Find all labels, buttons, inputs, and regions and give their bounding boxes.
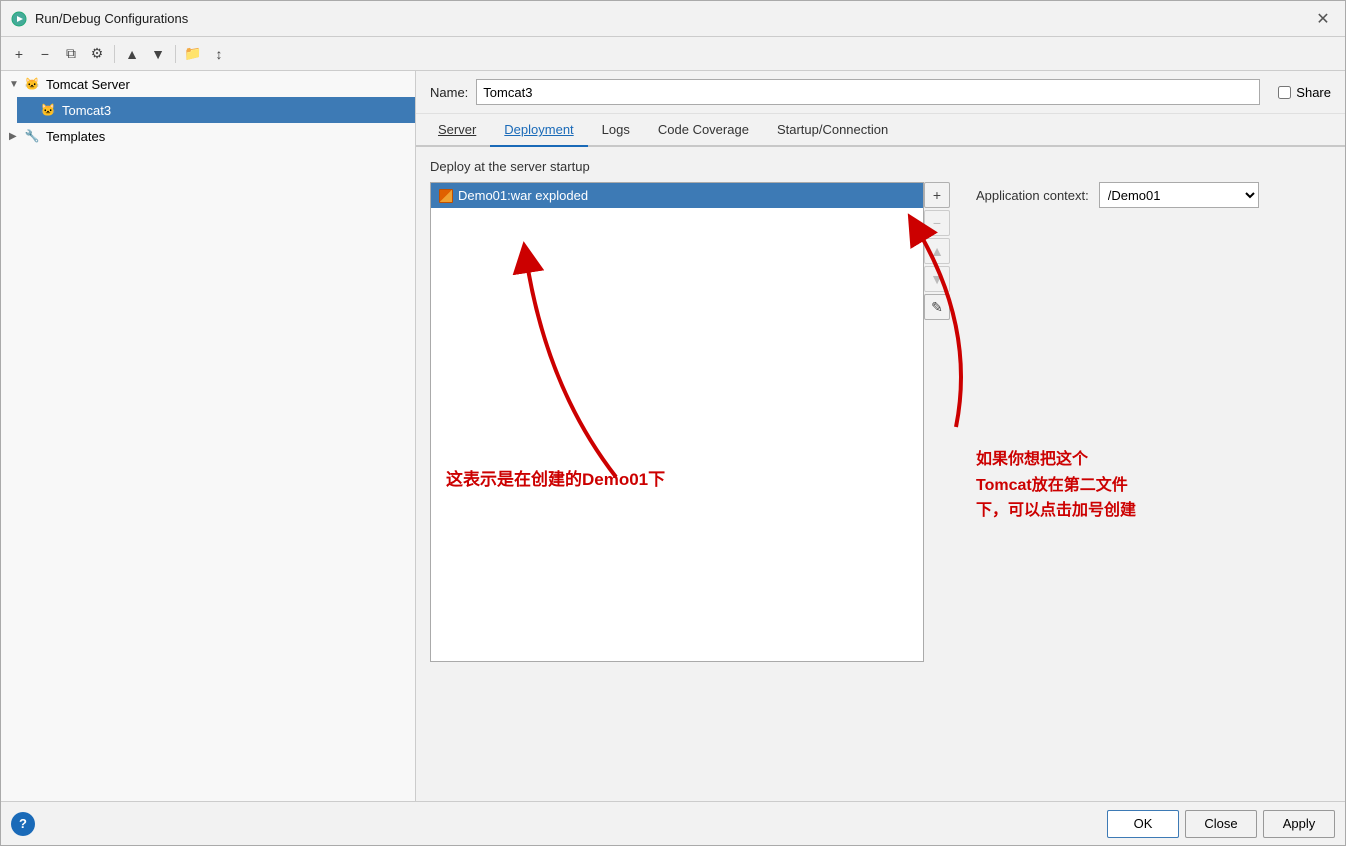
- bottom-left: ?: [11, 812, 35, 836]
- artifact-icon: [439, 189, 453, 203]
- tab-deployment-label: Deployment: [504, 122, 573, 137]
- app-context-area: Application context: /Demo01: [960, 182, 1259, 208]
- tab-deployment[interactable]: Deployment: [490, 114, 587, 147]
- tree-templates[interactable]: ▶ 🔧 Templates: [1, 123, 415, 149]
- tab-server[interactable]: Server: [424, 114, 490, 147]
- tree-tomcat-server[interactable]: ▼ 🐱 Tomcat Server: [1, 71, 415, 97]
- dialog-close-button[interactable]: ✕: [1311, 7, 1335, 31]
- copy-config-button[interactable]: ⧉: [59, 42, 83, 66]
- help-button[interactable]: ?: [11, 812, 35, 836]
- deploy-down-button[interactable]: ▼: [924, 266, 950, 292]
- toolbar-separator: [114, 45, 115, 63]
- deploy-buttons: + − ▲ ▼ ✎: [924, 182, 950, 662]
- move-up-button[interactable]: ▲: [120, 42, 144, 66]
- deploy-remove-button[interactable]: −: [924, 210, 950, 236]
- add-config-button[interactable]: +: [7, 42, 31, 66]
- run-debug-icon: [11, 11, 27, 27]
- left-panel: ▼ 🐱 Tomcat Server 🐱 Tomcat3 ▶ 🔧 Template…: [1, 71, 416, 801]
- share-label: Share: [1296, 85, 1331, 100]
- tomcat-server-label: Tomcat Server: [46, 77, 130, 92]
- tab-code-coverage-label: Code Coverage: [658, 122, 749, 137]
- tab-startup[interactable]: Startup/Connection: [763, 114, 902, 147]
- name-row: Name: Share: [416, 71, 1345, 114]
- name-input[interactable]: [476, 79, 1260, 105]
- share-row: Share: [1278, 85, 1331, 100]
- tab-logs[interactable]: Logs: [588, 114, 644, 147]
- toolbar: + − ⧉ ⚙ ▲ ▼ 📁 ↕: [1, 37, 1345, 71]
- tomcat-server-icon: 🐱: [23, 75, 41, 93]
- templates-label: Templates: [46, 129, 105, 144]
- deploy-section-label: Deploy at the server startup: [430, 159, 1331, 174]
- remove-config-button[interactable]: −: [33, 42, 57, 66]
- toolbar-separator-2: [175, 45, 176, 63]
- deploy-edit-button[interactable]: ✎: [924, 294, 950, 320]
- deploy-item[interactable]: Demo01:war exploded: [431, 183, 923, 208]
- deploy-add-button[interactable]: +: [924, 182, 950, 208]
- move-down-button[interactable]: ▼: [146, 42, 170, 66]
- bottom-bar: ? OK Close Apply: [1, 801, 1345, 845]
- templates-icon: 🔧: [23, 127, 41, 145]
- share-checkbox[interactable]: [1278, 86, 1291, 99]
- right-panel: Name: Share Server Deployment Logs: [416, 71, 1345, 801]
- deploy-list[interactable]: Demo01:war exploded: [430, 182, 924, 662]
- tabs: Server Deployment Logs Code Coverage Sta…: [416, 114, 1345, 147]
- folder-button[interactable]: 📁: [181, 42, 205, 66]
- run-debug-dialog: Run/Debug Configurations ✕ + − ⧉ ⚙ ▲ ▼ 📁…: [0, 0, 1346, 846]
- ok-button[interactable]: OK: [1107, 810, 1179, 838]
- deployment-tab-content: Deploy at the server startup Demo01:war …: [416, 147, 1345, 801]
- close-button[interactable]: Close: [1185, 810, 1257, 838]
- deploy-up-button[interactable]: ▲: [924, 238, 950, 264]
- name-label: Name:: [430, 85, 468, 100]
- tomcat3-icon: 🐱: [39, 101, 57, 119]
- tab-logs-label: Logs: [602, 122, 630, 137]
- app-context-label: Application context:: [976, 188, 1089, 203]
- tab-code-coverage[interactable]: Code Coverage: [644, 114, 763, 147]
- bottom-right: OK Close Apply: [1107, 810, 1335, 838]
- templates-arrow: ▶: [9, 131, 23, 142]
- title-bar: Run/Debug Configurations ✕: [1, 1, 1345, 37]
- expand-arrow: ▼: [9, 79, 23, 90]
- settings-button[interactable]: ⚙: [85, 42, 109, 66]
- dialog-title: Run/Debug Configurations: [35, 11, 1311, 26]
- tab-server-label: Server: [438, 122, 476, 137]
- main-content: ▼ 🐱 Tomcat Server 🐱 Tomcat3 ▶ 🔧 Template…: [1, 71, 1345, 801]
- app-context-select[interactable]: /Demo01: [1099, 182, 1259, 208]
- tab-startup-label: Startup/Connection: [777, 122, 888, 137]
- tree-tomcat3[interactable]: 🐱 Tomcat3: [17, 97, 415, 123]
- apply-button[interactable]: Apply: [1263, 810, 1335, 838]
- sort-button[interactable]: ↕: [207, 42, 231, 66]
- tomcat3-label: Tomcat3: [62, 103, 111, 118]
- deploy-item-label: Demo01:war exploded: [458, 188, 588, 203]
